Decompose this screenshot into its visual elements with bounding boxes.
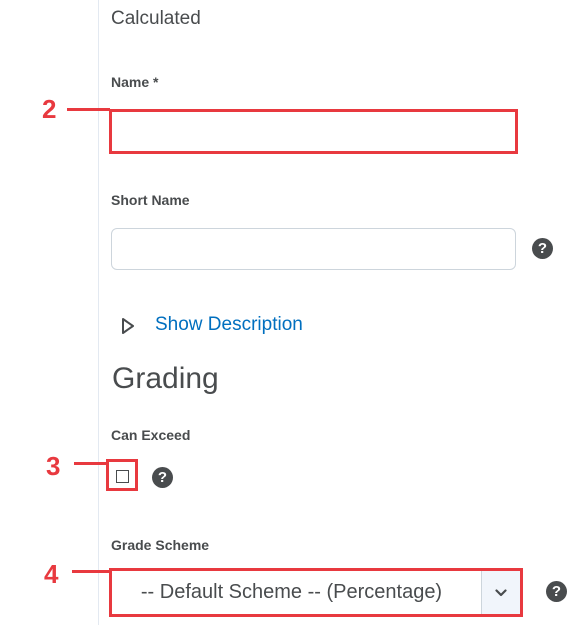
callout-box-grade-scheme bbox=[109, 568, 523, 617]
help-icon[interactable]: ? bbox=[152, 467, 173, 488]
short-name-label: Short Name bbox=[111, 192, 190, 208]
callout-number-4: 4 bbox=[44, 559, 59, 589]
grade-scheme-label: Grade Scheme bbox=[111, 537, 210, 553]
disclosure-triangle-icon[interactable] bbox=[121, 317, 135, 335]
callout-number-2: 2 bbox=[42, 94, 57, 124]
can-exceed-label: Can Exceed bbox=[111, 427, 191, 443]
short-name-input[interactable] bbox=[111, 228, 516, 270]
callout-number-3: 3 bbox=[46, 451, 61, 481]
callout-line-2 bbox=[67, 108, 110, 111]
callout-line-4 bbox=[72, 570, 110, 573]
callout-box-name bbox=[109, 109, 518, 154]
name-label: Name * bbox=[111, 74, 159, 90]
show-description-link[interactable]: Show Description bbox=[155, 314, 303, 336]
grading-heading: Grading bbox=[112, 362, 219, 395]
callout-line-3 bbox=[74, 462, 108, 465]
help-icon[interactable]: ? bbox=[532, 238, 553, 259]
help-icon[interactable]: ? bbox=[546, 581, 567, 602]
calculated-label: Calculated bbox=[111, 8, 201, 29]
callout-box-checkbox bbox=[106, 459, 138, 491]
